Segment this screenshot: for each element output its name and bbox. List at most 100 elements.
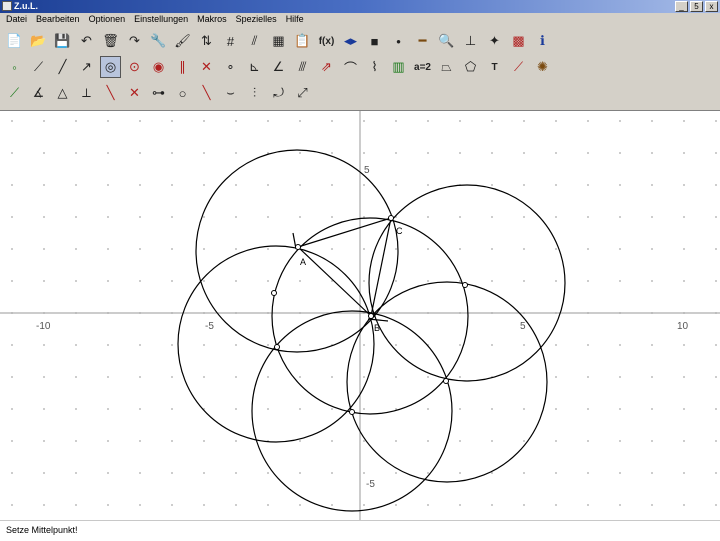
macro-icon[interactable]: ▦ <box>268 30 289 52</box>
menu-bearbeiten[interactable]: Bearbeiten <box>36 13 80 26</box>
intersection-point[interactable] <box>462 282 468 288</box>
circle-radius-icon[interactable]: ◉ <box>148 56 169 78</box>
point-tool-icon[interactable]: ◦ <box>4 56 25 78</box>
parallel-icon[interactable]: ∥ <box>172 56 193 78</box>
undo-icon[interactable]: ↶ <box>76 30 97 52</box>
grid-dot <box>651 344 653 346</box>
close-button[interactable]: x <box>705 1 718 12</box>
app-icon[interactable] <box>2 1 12 11</box>
ray-icon[interactable]: ↗ <box>76 56 97 78</box>
intersection-point[interactable] <box>443 378 449 384</box>
point-a[interactable] <box>295 244 301 250</box>
info-icon[interactable]: ℹ <box>532 30 553 52</box>
vector-icon[interactable]: ⇗ <box>316 56 337 78</box>
intersection-icon[interactable]: ✕ <box>196 56 217 78</box>
perpendicular-bisector-icon[interactable]: ⟂ <box>76 82 97 104</box>
grid-icon[interactable]: # <box>220 30 241 52</box>
point-b[interactable] <box>368 313 374 319</box>
geometry-drawing[interactable]: -10 -5 5 10 5 -5 A C B <box>0 111 720 520</box>
menu-bar: Datei Bearbeiten Optionen Einstellungen … <box>0 13 720 26</box>
grid-dot <box>683 408 685 410</box>
point-icon[interactable]: • <box>388 30 409 52</box>
intersection-point[interactable] <box>349 409 355 415</box>
grid-dot <box>43 376 45 378</box>
cross-icon[interactable]: ✕ <box>124 82 145 104</box>
arc-icon[interactable]: ⌒ <box>340 56 361 78</box>
tangent-icon[interactable]: ╲ <box>196 82 217 104</box>
dilation-icon[interactable]: ⤢ <box>292 82 313 104</box>
menu-hilfe[interactable]: Hilfe <box>286 13 304 26</box>
menu-optionen[interactable]: Optionen <box>89 13 126 26</box>
menu-spezielles[interactable]: Spezielles <box>236 13 277 26</box>
clipboard-icon[interactable]: 📋 <box>292 30 313 52</box>
paint-icon[interactable]: 🖌 <box>172 30 193 52</box>
grid-dot <box>107 184 109 186</box>
grid-dot <box>619 216 621 218</box>
grid-dot <box>363 408 365 410</box>
grid-dot <box>587 216 589 218</box>
grid-dot <box>299 184 301 186</box>
angle-bisector-icon[interactable]: ∠ <box>268 56 289 78</box>
menu-datei[interactable]: Datei <box>6 13 27 26</box>
circle-tool-icon[interactable]: ◎ <box>100 56 121 78</box>
redo-icon[interactable]: ↷ <box>124 30 145 52</box>
locus-icon[interactable]: ⬠ <box>460 56 481 78</box>
midpoint-icon[interactable]: ∘ <box>220 56 241 78</box>
axes-icon[interactable]: ⊥ <box>460 30 481 52</box>
sort-icon[interactable]: ⇅ <box>196 30 217 52</box>
black-square-icon[interactable]: ■ <box>364 30 385 52</box>
grid-dot <box>75 440 77 442</box>
grid-dot <box>11 280 13 282</box>
magic-wand-icon[interactable]: ✦ <box>484 30 505 52</box>
ray-tool-icon[interactable]: ╲ <box>100 82 121 104</box>
menu-einstellungen[interactable]: Einstellungen <box>134 13 188 26</box>
fixed-segment-icon[interactable]: ⟋ <box>4 82 25 104</box>
line-icon[interactable]: ╱ <box>52 56 73 78</box>
function-icon[interactable]: f(x) <box>316 30 337 52</box>
text-tool-icon[interactable]: T <box>484 56 505 78</box>
grid-dot <box>619 344 621 346</box>
rotation-icon[interactable]: ⤾ <box>268 82 289 104</box>
grid-dot <box>235 120 237 122</box>
fixed-angle-icon[interactable]: ∡ <box>28 82 49 104</box>
grid-dot <box>299 216 301 218</box>
menu-makros[interactable]: Makros <box>197 13 227 26</box>
grid-dot <box>331 376 333 378</box>
mirror-icon[interactable]: ⫻ <box>292 56 313 78</box>
grid-dot <box>395 344 397 346</box>
line-style-icon[interactable]: ━ <box>412 30 433 52</box>
reflection-icon[interactable]: ⫶ <box>244 82 265 104</box>
point-on-line-icon[interactable]: ⊶ <box>148 82 169 104</box>
animate-icon[interactable]: ✺ <box>532 56 553 78</box>
y-tick-label: 5 <box>364 165 370 176</box>
hide-tool-icon[interactable]: ⟋ <box>508 56 529 78</box>
triangle-icon[interactable]: △ <box>52 82 73 104</box>
curve-icon[interactable]: ⌣ <box>220 82 241 104</box>
new-file-icon[interactable]: 📄 <box>4 30 25 52</box>
wrench-icon[interactable]: 🔧 <box>148 30 169 52</box>
maximize-button[interactable]: 5 <box>690 1 703 12</box>
point[interactable] <box>271 290 277 296</box>
quadrilateral-icon[interactable]: ⏢ <box>436 56 457 78</box>
circle-icon[interactable]: ○ <box>172 82 193 104</box>
open-folder-icon[interactable]: 📂 <box>28 30 49 52</box>
save-icon[interactable]: 💾 <box>52 30 73 52</box>
segment-icon[interactable]: ⟋ <box>28 56 49 78</box>
film-icon[interactable]: ▥ <box>388 56 409 78</box>
perpendicular-icon[interactable]: ⊾ <box>244 56 265 78</box>
point-c[interactable] <box>388 215 394 221</box>
equation-icon[interactable]: a=2 <box>412 56 433 78</box>
construction-canvas[interactable]: -10 -5 5 10 5 -5 A C B <box>0 111 720 520</box>
colors-icon[interactable]: ▩ <box>508 30 529 52</box>
grid-dot <box>363 376 365 378</box>
hatch-icon[interactable]: ⫽ <box>244 30 265 52</box>
zoom-icon[interactable]: 🔍 <box>436 30 457 52</box>
intersection-point[interactable] <box>274 344 280 350</box>
delete-icon[interactable]: 🗑 <box>100 30 121 52</box>
circle-three-points-icon[interactable]: ⊙ <box>124 56 145 78</box>
grid-dot <box>203 120 205 122</box>
polygon-tool-icon[interactable]: ⌇ <box>364 56 385 78</box>
arrows-icon[interactable]: ◂▸ <box>340 30 361 52</box>
minimize-button[interactable]: _ <box>675 1 688 12</box>
grid-dot <box>395 120 397 122</box>
